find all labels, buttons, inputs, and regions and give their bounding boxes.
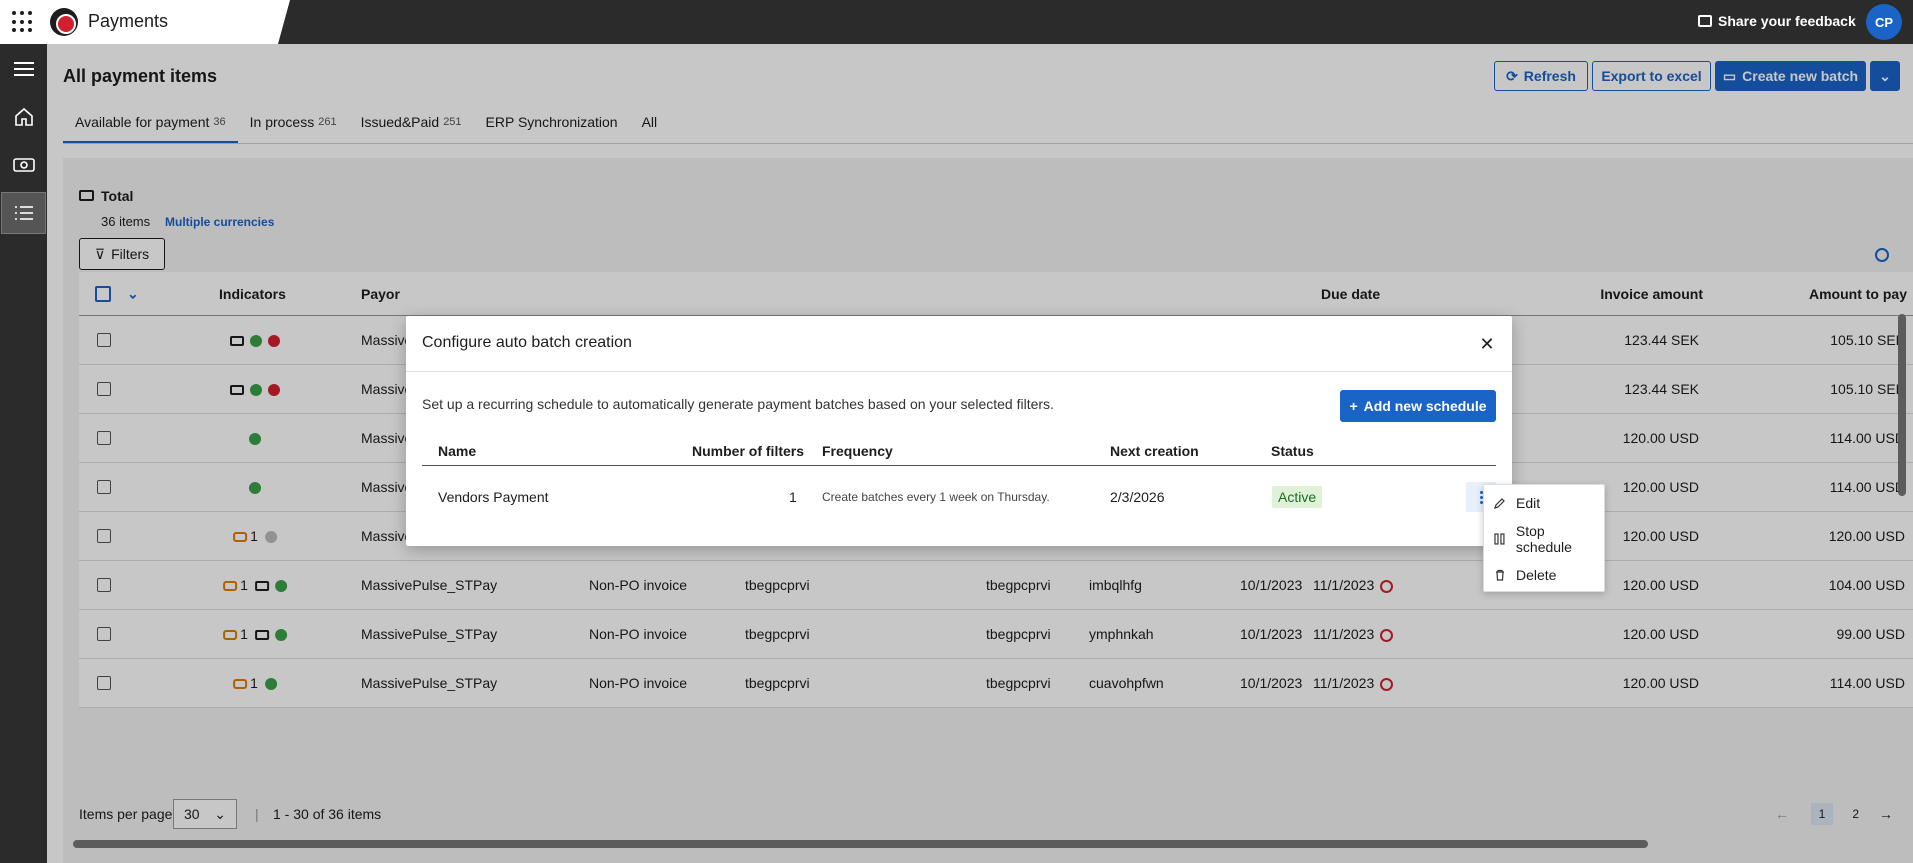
plus-icon: + <box>1349 398 1358 414</box>
modal-divider <box>406 371 1512 372</box>
feedback-link[interactable]: Share your feedback <box>1698 13 1856 29</box>
chat-icon <box>1698 15 1712 27</box>
add-schedule-label: Add new schedule <box>1363 398 1487 414</box>
schedule-table-header: Name Number of filters Frequency Next cr… <box>422 436 1496 466</box>
top-bar: Payments Share your feedback CP <box>0 0 1913 44</box>
brand-logo <box>50 8 78 36</box>
feedback-label: Share your feedback <box>1718 13 1856 29</box>
close-icon[interactable]: ✕ <box>1477 334 1497 354</box>
auto-batch-modal: Configure auto batch creation ✕ Set up a… <box>406 316 1512 546</box>
app-title: Payments <box>88 11 169 31</box>
row-actions-menu: Edit Stop schedule Delete <box>1483 484 1605 592</box>
schedule-filters: 1 <box>789 489 797 505</box>
app-zone: Payments <box>0 0 290 44</box>
col-filters: Number of filters <box>692 442 805 459</box>
trash-icon <box>1496 569 1504 581</box>
col-next-creation: Next creation <box>1110 442 1199 459</box>
menu-delete-label: Delete <box>1516 567 1557 583</box>
menu-edit-label: Edit <box>1516 495 1541 511</box>
payments-icon[interactable] <box>1 144 46 186</box>
app-launcher-icon[interactable] <box>12 11 34 33</box>
avatar[interactable]: CP <box>1866 4 1902 40</box>
home-icon[interactable] <box>1 96 46 138</box>
menu-stop-label: Stop schedule <box>1515 523 1572 555</box>
list-icon[interactable] <box>1 192 46 234</box>
left-nav <box>0 44 47 863</box>
status-badge: Active <box>1272 486 1323 508</box>
menu-item-delete[interactable]: Delete <box>1484 557 1604 593</box>
menu-item-stop[interactable]: Stop schedule <box>1484 521 1604 557</box>
pencil-icon <box>1494 498 1505 509</box>
schedule-next: 2/3/2026 <box>1110 489 1165 505</box>
col-name: Name <box>438 442 477 459</box>
pause-icon <box>1494 533 1505 545</box>
schedule-frequency: Create batches every 1 week on Thursday. <box>822 490 1050 504</box>
modal-title: Configure auto batch creation <box>422 334 632 351</box>
schedule-name: Vendors Payment <box>438 489 549 505</box>
col-status: Status <box>1271 442 1314 459</box>
menu-icon[interactable] <box>1 48 46 90</box>
menu-item-edit[interactable]: Edit <box>1484 485 1604 521</box>
modal-description: Set up a recurring schedule to automatic… <box>422 396 1054 412</box>
schedule-row: Vendors Payment 1 Create batches every 1… <box>422 466 1496 528</box>
col-frequency: Frequency <box>822 442 893 459</box>
add-schedule-button[interactable]: + Add new schedule <box>1340 390 1496 422</box>
